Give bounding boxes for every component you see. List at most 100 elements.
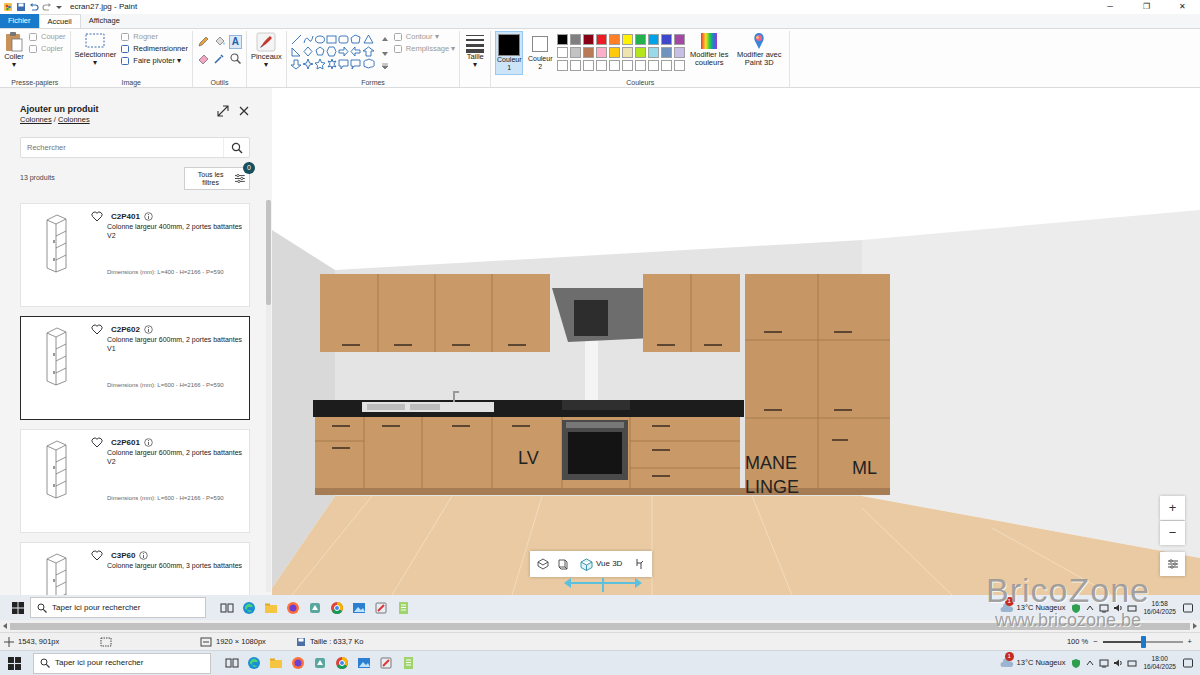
view-settings-button[interactable] bbox=[1160, 552, 1185, 576]
chrome-icon[interactable] bbox=[330, 601, 344, 615]
palette-swatch[interactable] bbox=[661, 60, 672, 71]
palette-swatch[interactable] bbox=[648, 60, 659, 71]
chrome-icon[interactable] bbox=[335, 656, 349, 670]
favorite-heart-icon[interactable] bbox=[91, 437, 103, 448]
ribbon-item[interactable]: Redimensionner bbox=[120, 43, 188, 55]
firefox-icon[interactable] bbox=[286, 601, 300, 615]
info-icon[interactable] bbox=[144, 325, 153, 334]
select-button[interactable]: Sélectionner ▾ bbox=[75, 31, 117, 67]
zoom-in-button[interactable]: + bbox=[1160, 496, 1185, 520]
palette-swatch[interactable] bbox=[570, 47, 581, 58]
palette-swatch[interactable] bbox=[557, 47, 568, 58]
save-icon[interactable] bbox=[16, 2, 26, 12]
top-view-icon[interactable] bbox=[536, 557, 550, 571]
notepad-icon[interactable] bbox=[401, 656, 415, 670]
weather-widget[interactable]: 1 13°C Nuageux bbox=[1000, 602, 1066, 613]
search-input[interactable] bbox=[21, 142, 223, 153]
palette-swatch[interactable] bbox=[635, 47, 646, 58]
ribbon-item[interactable]: Remplissage ▾ bbox=[393, 43, 455, 55]
chevron-icon[interactable] bbox=[1085, 603, 1095, 613]
palette-swatch[interactable] bbox=[622, 47, 633, 58]
palette-swatch[interactable] bbox=[674, 60, 685, 71]
text-tool-button[interactable]: A bbox=[229, 35, 242, 49]
menu-tab[interactable]: Fichier bbox=[0, 14, 39, 28]
product-card[interactable]: C2P401Colonne largeur 400mm, 2 portes ba… bbox=[20, 203, 250, 307]
edge-icon[interactable] bbox=[242, 601, 256, 615]
search-button[interactable] bbox=[223, 138, 249, 157]
edit-colors-button[interactable]: Modifier les couleurs bbox=[688, 31, 730, 67]
paint3d-button[interactable]: Modifier avec Paint 3D bbox=[733, 31, 785, 67]
volume-icon[interactable] bbox=[1113, 658, 1123, 668]
size-button[interactable]: Taille ▾ bbox=[464, 31, 486, 69]
palette-swatch[interactable] bbox=[557, 60, 568, 71]
security-icon[interactable] bbox=[1071, 658, 1081, 668]
3d-view[interactable]: LVMANELINGEML + − Vue 3D bbox=[272, 88, 1200, 595]
ribbon-item[interactable]: Couper bbox=[28, 31, 66, 43]
breadcrumb-link[interactable]: Colonnes bbox=[20, 115, 52, 124]
windows-start-icon[interactable] bbox=[12, 602, 24, 614]
undo-icon[interactable] bbox=[29, 2, 39, 12]
elevation-view-icon[interactable] bbox=[556, 557, 570, 571]
volume-icon[interactable] bbox=[1113, 603, 1123, 613]
info-icon[interactable] bbox=[139, 551, 148, 560]
scroll-left-icon[interactable] bbox=[2, 622, 8, 630]
maximize-button[interactable]: ❐ bbox=[1128, 0, 1164, 14]
paste-button[interactable]: Coller ▾ bbox=[4, 31, 24, 69]
palette-swatch[interactable] bbox=[596, 47, 607, 58]
brushes-button[interactable]: Pinceaux ▾ bbox=[251, 31, 282, 69]
panel-scrollbar[interactable] bbox=[266, 200, 271, 592]
redo-icon[interactable] bbox=[42, 2, 52, 12]
palette-swatch[interactable] bbox=[609, 47, 620, 58]
edge-icon[interactable] bbox=[247, 656, 261, 670]
zoom-out-button[interactable]: − bbox=[1093, 636, 1097, 647]
palette-swatch[interactable] bbox=[557, 34, 568, 45]
network-icon[interactable] bbox=[1099, 658, 1109, 668]
ribbon-item[interactable]: Copier bbox=[28, 43, 66, 55]
zoom-knob[interactable] bbox=[1141, 636, 1146, 648]
walk-icon[interactable] bbox=[632, 557, 646, 571]
app-icon[interactable] bbox=[308, 601, 322, 615]
palette-swatch[interactable] bbox=[570, 34, 581, 45]
menu-tab[interactable]: Accueil bbox=[39, 14, 81, 28]
3d-view-button[interactable]: Vue 3D bbox=[576, 558, 626, 571]
close-button[interactable]: ✕ bbox=[1164, 0, 1200, 14]
scroll-right-icon[interactable] bbox=[1192, 622, 1198, 630]
palette-swatch[interactable] bbox=[583, 47, 594, 58]
palette-swatch[interactable] bbox=[596, 34, 607, 45]
security-icon[interactable] bbox=[1071, 603, 1081, 613]
palette-swatch[interactable] bbox=[648, 47, 659, 58]
palette-swatch[interactable] bbox=[609, 34, 620, 45]
palette-swatch[interactable] bbox=[609, 60, 620, 71]
info-icon[interactable] bbox=[144, 212, 153, 221]
expand-icon[interactable] bbox=[216, 104, 230, 118]
color2-button[interactable]: Couleur 2 bbox=[526, 31, 554, 73]
keyboard-icon[interactable] bbox=[1127, 603, 1137, 613]
ribbon-item[interactable]: Rogner bbox=[120, 31, 188, 43]
palette-swatch[interactable] bbox=[661, 34, 672, 45]
taskbar-search[interactable]: Taper ici pour rechercher bbox=[30, 597, 206, 618]
pencil-icon[interactable] bbox=[197, 35, 210, 48]
minimize-button[interactable]: ─ bbox=[1092, 0, 1128, 14]
zoom-out-button[interactable]: − bbox=[1160, 521, 1185, 545]
taskbar-clock[interactable]: 16:58 16/04/2025 bbox=[1143, 600, 1176, 616]
palette-swatch[interactable] bbox=[635, 34, 646, 45]
product-card[interactable]: C2P602Colonne largeur 600mm, 2 portes ba… bbox=[20, 316, 250, 420]
info-icon[interactable] bbox=[144, 438, 153, 447]
filters-button[interactable]: Tous les filtres 0 bbox=[184, 167, 250, 190]
paint-icon[interactable] bbox=[374, 601, 388, 615]
taskbar-clock[interactable]: 18:00 16/04/2025 bbox=[1143, 655, 1176, 671]
app-icon[interactable] bbox=[313, 656, 327, 670]
windows-start-icon[interactable] bbox=[8, 657, 21, 670]
notifications-icon[interactable] bbox=[1182, 602, 1194, 614]
favorite-heart-icon[interactable] bbox=[91, 211, 103, 222]
canvas-scrollbar[interactable] bbox=[0, 620, 1200, 632]
keyboard-icon[interactable] bbox=[1127, 658, 1137, 668]
eraser-icon[interactable] bbox=[197, 52, 210, 65]
file-explorer-icon[interactable] bbox=[264, 601, 278, 615]
ribbon-item[interactable]: Contour ▾ bbox=[393, 31, 455, 43]
palette-swatch[interactable] bbox=[583, 34, 594, 45]
network-icon[interactable] bbox=[1099, 603, 1109, 613]
shapes-gallery-icon[interactable] bbox=[291, 34, 377, 72]
favorite-heart-icon[interactable] bbox=[91, 324, 103, 335]
chevron-icon[interactable] bbox=[1085, 658, 1095, 668]
